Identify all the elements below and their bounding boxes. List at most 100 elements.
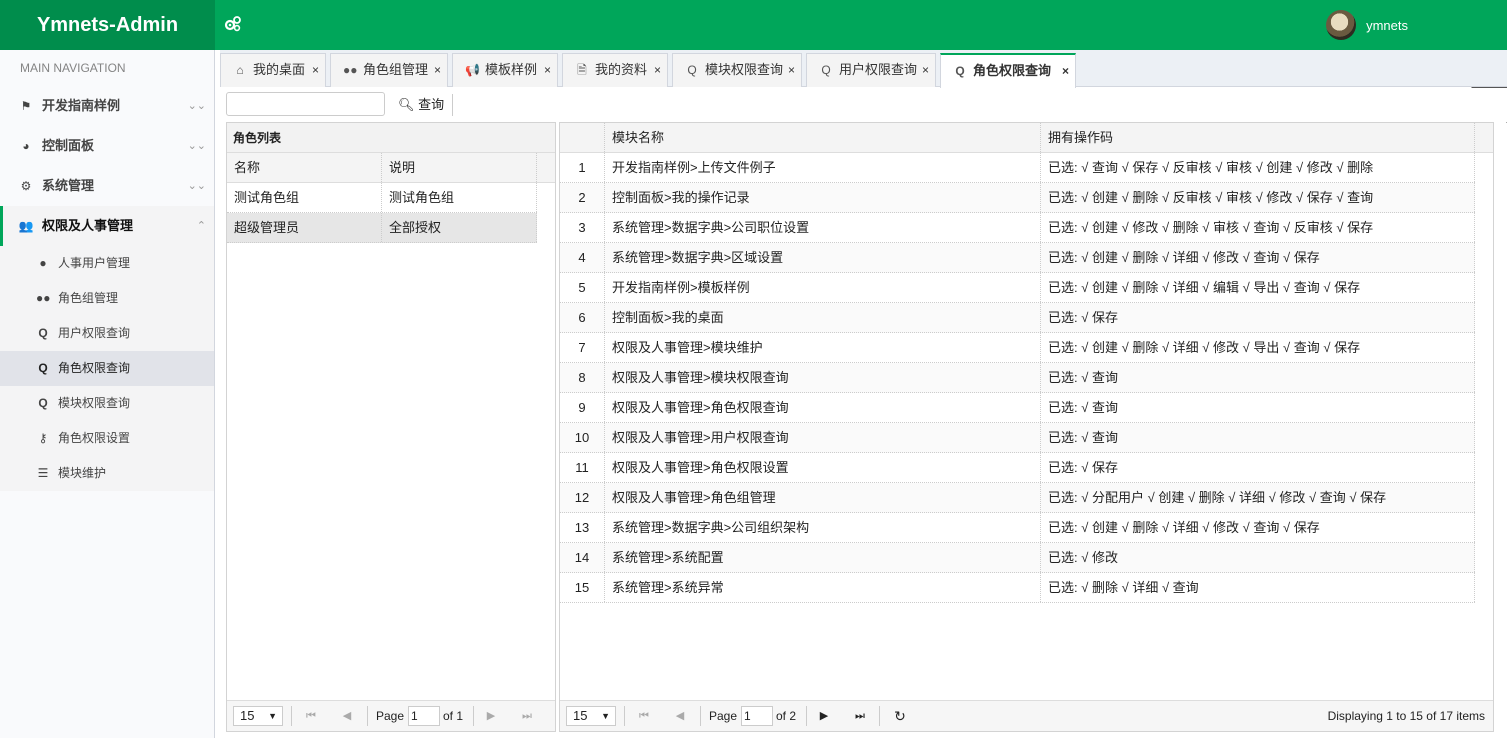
user-menu[interactable]: ymnets: [1326, 10, 1408, 40]
table-row[interactable]: 3 系统管理>数据字典>公司职位设置 已选: √ 创建 √ 修改 √ 删除 √ 审核…: [560, 213, 1475, 243]
users-icon: ●●: [36, 291, 51, 305]
table-row[interactable]: 6 控制面板>我的桌面 已选: √ 保存: [560, 303, 1475, 333]
sidebar-item-role-groups[interactable]: ●● 角色组管理: [0, 281, 214, 316]
panel-title: 角色列表: [227, 123, 555, 153]
sidebar-item-role-permission-query[interactable]: Q 角色权限查询: [0, 351, 214, 386]
table-row[interactable]: 12 权限及人事管理>角色组管理 已选: √ 分配用户 √ 创建 √ 删除 √ 详细…: [560, 483, 1475, 513]
module-permission-panel: 模块名称 拥有操作码 1 开发指南样例>上传文件例子 已选: √ 查询 √ 保存 √…: [559, 122, 1494, 732]
search-icon: Q: [955, 64, 965, 78]
sidebar-item-permissions[interactable]: 👥 权限及人事管理 ⌃: [0, 206, 214, 246]
sidebar-item-module-maintenance[interactable]: ☰ 模块维护: [0, 456, 214, 491]
page-label: Page: [376, 709, 405, 723]
page-size-select[interactable]: 15 ▼: [566, 706, 616, 726]
menu-label: 系统管理: [42, 178, 95, 193]
first-page-button[interactable]: ⏮: [301, 706, 321, 726]
role-name: 超级管理员: [227, 213, 382, 242]
home-icon: ⌂: [236, 63, 244, 77]
table-row[interactable]: 测试角色组 测试角色组: [227, 183, 537, 213]
column-header-operation-codes[interactable]: 拥有操作码: [1041, 123, 1475, 152]
user-icon: ●: [39, 256, 47, 270]
tab-role-permission-query[interactable]: Q 角色权限查询 ×: [940, 53, 1076, 88]
close-icon[interactable]: ×: [654, 54, 661, 86]
page-number-input[interactable]: 1: [741, 706, 773, 726]
close-icon[interactable]: ×: [788, 54, 795, 86]
row-number: 15: [560, 573, 605, 602]
last-page-button[interactable]: ⏭: [517, 706, 537, 726]
last-page-button[interactable]: ⏭: [850, 706, 870, 726]
column-header-module-name[interactable]: 模块名称: [605, 123, 1041, 152]
operation-codes: 已选: √ 查询: [1041, 393, 1475, 422]
sidebar-item-user-permission-query[interactable]: Q 用户权限查询: [0, 316, 214, 351]
tab-template-sample[interactable]: 📢 模板样例 ×: [452, 53, 558, 87]
sidebar-item-dashboard[interactable]: ◕ 控制面板 ⌄⌄: [0, 126, 214, 166]
table-row[interactable]: 2 控制面板>我的操作记录 已选: √ 创建 √ 删除 √ 反审核 √ 审核 √ 修…: [560, 183, 1475, 213]
tab-my-profile[interactable]: 🗎 我的资料 ×: [562, 53, 668, 87]
divider: [367, 706, 368, 726]
query-toolbar: 🔍︎ 查询: [220, 88, 1507, 122]
chevron-down-icon: ⌄⌄: [187, 100, 206, 112]
tab-user-permission-query[interactable]: Q 用户权限查询 ×: [806, 53, 936, 87]
table-row[interactable]: 15 系统管理>系统异常 已选: √ 删除 √ 详细 √ 查询: [560, 573, 1475, 603]
table-row[interactable]: 11 权限及人事管理>角色权限设置 已选: √ 保存: [560, 453, 1475, 483]
cogs-icon: ⚙: [20, 179, 32, 193]
module-table-body: 1 开发指南样例>上传文件例子 已选: √ 查询 √ 保存 √ 反审核 √ 审核 √…: [560, 153, 1493, 603]
menu-label: 权限及人事管理: [42, 218, 134, 233]
table-row[interactable]: 超级管理员 全部授权: [227, 213, 537, 243]
column-header-description[interactable]: 说明: [382, 153, 537, 182]
tab-role-groups[interactable]: ●● 角色组管理 ×: [330, 53, 448, 87]
page-size-select[interactable]: 15 ▼: [233, 706, 283, 726]
table-row[interactable]: 5 开发指南样例>模板样例 已选: √ 创建 √ 删除 √ 详细 √ 编辑 √ 导出…: [560, 273, 1475, 303]
divider: [700, 706, 701, 726]
app-logo[interactable]: Ymnets-Admin: [0, 0, 215, 50]
page-size-value: 15: [240, 708, 255, 723]
table-row[interactable]: 13 系统管理>数据字典>公司组织架构 已选: √ 创建 √ 删除 √ 详细 √ 修…: [560, 513, 1475, 543]
search-button[interactable]: 🔍︎ 查询: [398, 94, 454, 116]
tab-module-permission-query[interactable]: Q 模块权限查询 ×: [672, 53, 802, 87]
operation-codes: 已选: √ 创建 √ 删除 √ 详细 √ 编辑 √ 导出 √ 查询 √ 保存: [1041, 273, 1475, 302]
divider: [624, 706, 625, 726]
column-header-name[interactable]: 名称: [227, 153, 382, 182]
refresh-icon[interactable]: ↻: [890, 706, 910, 726]
row-number: 12: [560, 483, 605, 512]
chevron-down-icon: ⌄⌄: [187, 180, 206, 192]
module-name: 权限及人事管理>角色组管理: [605, 483, 1041, 512]
pager-info: Displaying 1 to 15 of 17 items: [1327, 709, 1485, 723]
table-row[interactable]: 14 系统管理>系统配置 已选: √ 修改: [560, 543, 1475, 573]
sidebar-item-system[interactable]: ⚙ 系统管理 ⌄⌄: [0, 166, 214, 206]
search-icon: Q: [38, 396, 48, 410]
cogs-icon[interactable]: [224, 15, 244, 35]
flag-icon: ⚑: [20, 99, 32, 113]
table-row[interactable]: 8 权限及人事管理>模块权限查询 已选: √ 查询: [560, 363, 1475, 393]
close-icon[interactable]: ×: [922, 54, 929, 86]
close-icon[interactable]: ×: [1062, 55, 1069, 87]
prev-page-button[interactable]: ◀: [337, 706, 357, 726]
role-description: 全部授权: [382, 213, 537, 242]
table-row[interactable]: 1 开发指南样例>上传文件例子 已选: √ 查询 √ 保存 √ 反审核 √ 审核 √…: [560, 153, 1475, 183]
sub-label: 用户权限查询: [58, 326, 131, 340]
page-number-input[interactable]: 1: [408, 706, 440, 726]
sidebar-item-dev-guide[interactable]: ⚑ 开发指南样例 ⌄⌄: [0, 86, 214, 126]
table-row[interactable]: 10 权限及人事管理>用户权限查询 已选: √ 查询: [560, 423, 1475, 453]
divider: [879, 706, 880, 726]
next-page-button[interactable]: ▶: [481, 706, 501, 726]
menu-label: 开发指南样例: [42, 98, 121, 113]
search-input[interactable]: [226, 92, 385, 116]
table-row[interactable]: 7 权限及人事管理>模块维护 已选: √ 创建 √ 删除 √ 详细 √ 修改 √ 导…: [560, 333, 1475, 363]
next-page-button[interactable]: ▶: [814, 706, 834, 726]
operation-codes: 已选: √ 查询: [1041, 423, 1475, 452]
first-page-button[interactable]: ⏮: [634, 706, 654, 726]
table-row[interactable]: 9 权限及人事管理>角色权限查询 已选: √ 查询: [560, 393, 1475, 423]
table-row[interactable]: 4 系统管理>数据字典>区域设置 已选: √ 创建 √ 删除 √ 详细 √ 修改 √…: [560, 243, 1475, 273]
close-icon[interactable]: ×: [544, 54, 551, 86]
close-icon[interactable]: ×: [434, 54, 441, 86]
sidebar-item-role-permission-settings[interactable]: ⚷ 角色权限设置: [0, 421, 214, 456]
users-icon: ●●: [343, 63, 358, 77]
prev-page-button[interactable]: ◀: [670, 706, 690, 726]
username: ymnets: [1366, 17, 1408, 33]
sidebar-item-hr-users[interactable]: ● 人事用户管理: [0, 246, 214, 281]
close-icon[interactable]: ×: [312, 54, 319, 86]
tab-my-desktop[interactable]: ⌂ 我的桌面 ×: [220, 53, 326, 87]
operation-codes: 已选: √ 删除 √ 详细 √ 查询: [1041, 573, 1475, 602]
sidebar-item-module-permission-query[interactable]: Q 模块权限查询: [0, 386, 214, 421]
tab-bar: ⌂ 我的桌面 × ●● 角色组管理 × 📢 模板样例 × 🗎 我的资料 × Q 模块权限查询 × Q…: [220, 50, 1507, 88]
